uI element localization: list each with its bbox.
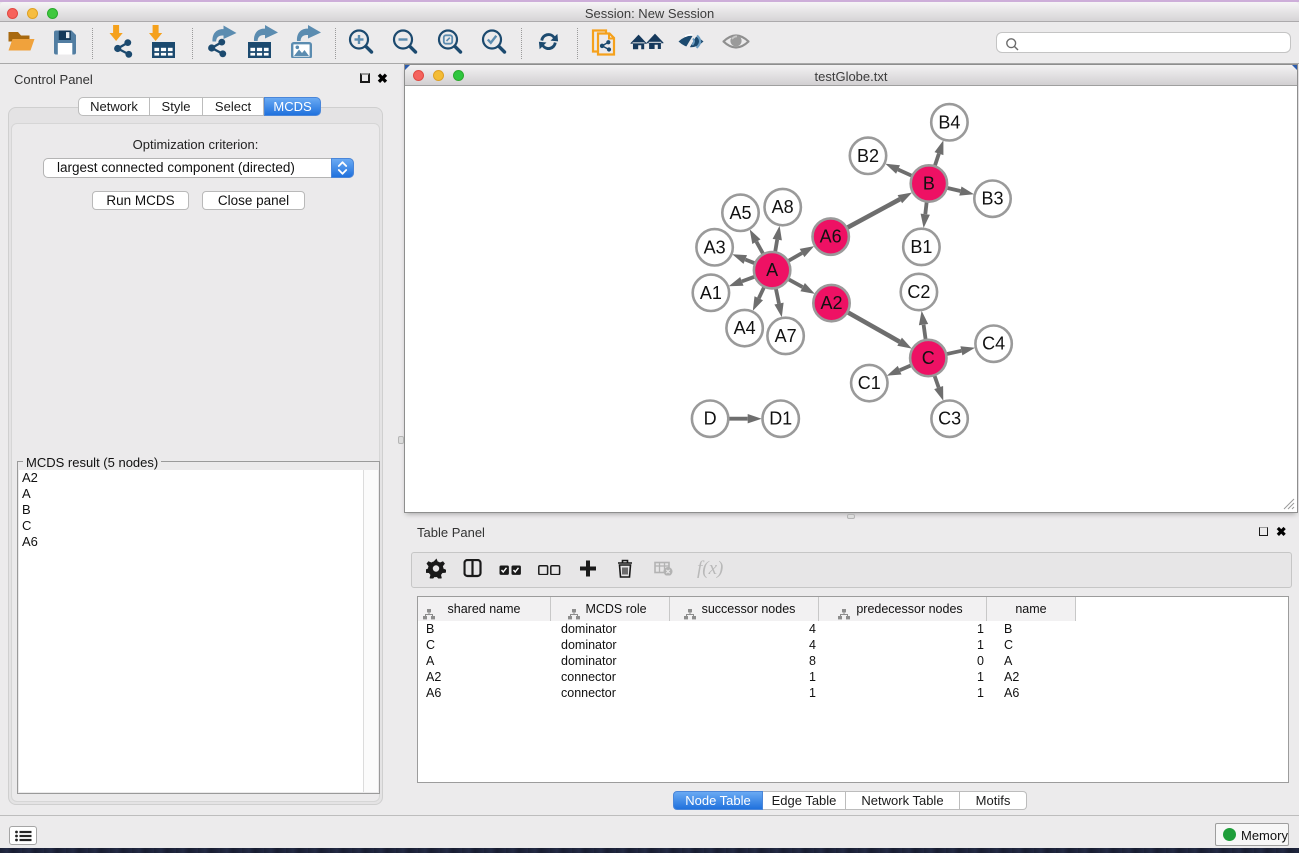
svg-text:D1: D1 — [769, 409, 792, 429]
svg-text:A6: A6 — [820, 227, 842, 247]
svg-text:A: A — [766, 260, 778, 280]
svg-text:D: D — [704, 409, 717, 429]
svg-text:C4: C4 — [982, 334, 1005, 354]
svg-text:A1: A1 — [700, 283, 722, 303]
svg-text:C2: C2 — [907, 282, 930, 302]
svg-text:A2: A2 — [820, 293, 842, 313]
svg-text:B: B — [923, 174, 935, 194]
svg-text:A3: A3 — [704, 237, 726, 257]
svg-text:A8: A8 — [772, 197, 794, 217]
svg-text:B4: B4 — [938, 112, 960, 132]
svg-text:A4: A4 — [734, 318, 756, 338]
svg-text:C1: C1 — [858, 373, 881, 393]
svg-text:A7: A7 — [775, 326, 797, 346]
svg-text:C3: C3 — [938, 409, 961, 429]
svg-text:B2: B2 — [857, 146, 879, 166]
svg-text:B3: B3 — [981, 189, 1003, 209]
svg-text:A5: A5 — [729, 203, 751, 223]
svg-text:B1: B1 — [910, 237, 932, 257]
svg-text:C: C — [922, 348, 935, 368]
